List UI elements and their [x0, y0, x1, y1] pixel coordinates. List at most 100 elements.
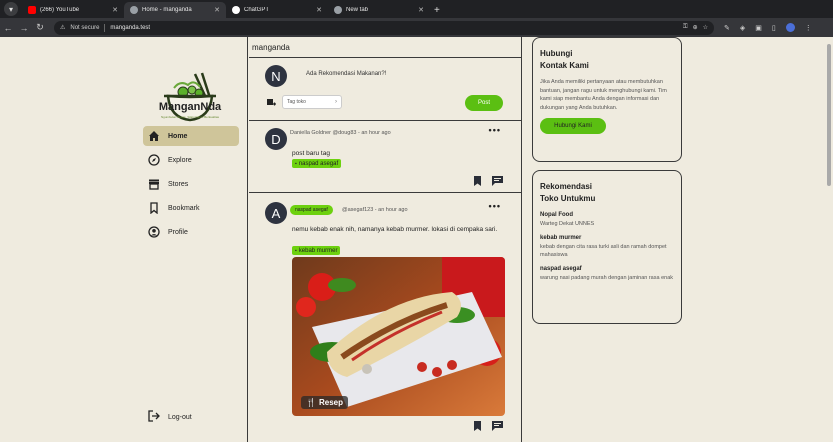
sidebar-item-home[interactable]: Home: [143, 126, 239, 146]
url-text: manganda.test: [110, 24, 151, 31]
store-name: naspad asegaf: [540, 266, 582, 272]
browser-tab[interactable]: (266) YouTube ✕: [22, 2, 124, 18]
store-item[interactable]: Nopal Food Warteg Dekat UNNES: [540, 212, 673, 228]
kebab-wrap-photo: [292, 257, 505, 416]
store-item[interactable]: naspad asegaf warung nasi padang murah d…: [540, 266, 673, 282]
sidebar-item-stores[interactable]: Stores: [143, 174, 239, 194]
address-bar[interactable]: ⚠ Not secure manganda.test ⚿ ⊕ ☆: [54, 20, 714, 35]
post-button[interactable]: Post: [465, 95, 503, 111]
contact-title-line2: Kontak Kami: [540, 61, 589, 70]
security-label: Not secure: [70, 24, 100, 31]
sidebar-item-label: Bookmark: [168, 204, 200, 212]
star-icon[interactable]: ☆: [703, 24, 708, 31]
sidebar-item-label: Stores: [168, 180, 189, 188]
chevron-right-icon: ›: [335, 99, 337, 105]
store-tag-chip[interactable]: ▪ kebab murmer: [292, 246, 341, 255]
contact-title-line1: Hubungi: [540, 49, 573, 58]
sidebar-item-explore[interactable]: Explore: [143, 150, 239, 170]
store-name: Nopal Food: [540, 212, 573, 218]
close-icon[interactable]: ✕: [214, 6, 220, 14]
new-tab-button[interactable]: +: [434, 5, 440, 16]
logout-label: Log-out: [168, 413, 192, 421]
sidepanel-icon[interactable]: ▯: [772, 24, 776, 32]
store-desc: warung nasi padang murah dengan jaminan …: [540, 275, 674, 281]
brand-name: ManganNda: [158, 101, 222, 113]
globe-icon: [334, 6, 342, 14]
add-tag-icon[interactable]: [267, 99, 276, 107]
store-icon: ▪: [295, 247, 297, 254]
avatar: D: [265, 128, 287, 150]
profile-icon: [148, 226, 160, 238]
tag-placeholder: Tag toko: [287, 99, 306, 105]
home-icon: [148, 130, 160, 142]
recommend-title-line1: Rekomendasi: [540, 182, 593, 191]
sidebar-item-bookmark[interactable]: Bookmark: [143, 198, 239, 218]
bookmark-icon[interactable]: [473, 421, 482, 431]
post-image[interactable]: 🍴 Resep: [292, 257, 505, 416]
fork-knife-icon: 🍴: [306, 398, 316, 407]
composer-input[interactable]: Ada Rekomendasi Makanan?!: [306, 71, 386, 77]
comment-icon[interactable]: [492, 421, 503, 431]
profile-avatar[interactable]: [785, 23, 795, 32]
globe-icon: [130, 6, 138, 14]
sidebar-item-label: Profile: [168, 228, 188, 236]
store-pill[interactable]: naspad asegaf: [290, 205, 333, 215]
zoom-icon[interactable]: ⊕: [693, 24, 698, 31]
main-feed: manganda N Ada Rekomendasi Makanan?! Tag…: [249, 37, 522, 442]
logout-icon: [148, 410, 160, 424]
logout-button[interactable]: Log-out: [148, 410, 192, 424]
divider: [104, 23, 106, 32]
close-icon[interactable]: ✕: [112, 6, 118, 14]
close-icon[interactable]: ✕: [316, 6, 322, 14]
browser-tab[interactable]: New tab ✕: [328, 2, 430, 18]
recommend-title-line2: Toko Untukmu: [540, 194, 596, 203]
back-icon[interactable]: ←: [0, 23, 16, 33]
extension-icon[interactable]: ◈: [740, 24, 745, 32]
store-icon: [148, 178, 160, 190]
page-title: manganda: [249, 37, 521, 58]
browser-tab-active[interactable]: Home - manganda ✕: [124, 2, 226, 18]
sidebar-menu: Home Explore Stores Bookmark Profile: [143, 126, 239, 246]
recommend-title: Rekomendasi Toko Untukmu: [540, 181, 681, 205]
contact-card: Hubungi Kontak Kami Jika Anda memiliki p…: [532, 37, 682, 162]
sidebar-item-label: Explore: [168, 156, 192, 164]
tab-title: Home - manganda: [142, 7, 192, 13]
puzzle-icon[interactable]: ▣: [755, 24, 762, 32]
eyedropper-icon[interactable]: ✎: [724, 24, 730, 32]
left-sidebar: ManganNda Ngumbulan Bebas, Silaturrahmi …: [0, 37, 248, 442]
post-meta: Daniella Goldner @doug83 - an hour ago: [290, 130, 391, 136]
post-actions: [473, 421, 503, 431]
tab-title: (266) YouTube: [40, 7, 80, 13]
more-options-icon[interactable]: •••: [489, 201, 501, 211]
store-desc: Warteg Dekat UNNES: [540, 221, 595, 227]
bookmark-icon: [148, 202, 160, 214]
feed-post: A naspad asegaf @asegaf123 - an hour ago…: [249, 193, 521, 442]
browser-tab[interactable]: ChatGPT ✕: [226, 2, 328, 18]
post-composer: N Ada Rekomendasi Makanan?! Tag toko › P…: [249, 58, 521, 121]
store-name: kebab murmer: [540, 235, 582, 241]
sidebar-item-profile[interactable]: Profile: [143, 222, 239, 242]
avatar: A: [265, 202, 287, 224]
store-item[interactable]: kebab murmer kebab dengan cita rasa turk…: [540, 235, 673, 259]
scrollbar-thumb[interactable]: [827, 44, 831, 186]
tag-store-select[interactable]: Tag toko ›: [282, 95, 342, 109]
bookmark-icon[interactable]: [473, 176, 482, 186]
key-icon[interactable]: ⚿: [683, 24, 688, 31]
browser-tabstrip: ▾ (266) YouTube ✕ Home - manganda ✕ Chat…: [0, 0, 833, 18]
reload-icon[interactable]: ↻: [32, 22, 48, 33]
more-options-icon[interactable]: •••: [489, 125, 501, 135]
forward-icon[interactable]: →: [16, 23, 32, 33]
warning-icon[interactable]: ⚠: [60, 24, 65, 31]
tab-search-icon[interactable]: ▾: [4, 2, 18, 16]
close-icon[interactable]: ✕: [418, 6, 424, 14]
comment-icon[interactable]: [492, 176, 503, 186]
avatar: N: [265, 65, 287, 87]
sidebar-item-label: Home: [168, 132, 188, 140]
post-actions: [473, 176, 503, 186]
browser-toolbar: ← → ↻ ⚠ Not secure manganda.test ⚿ ⊕ ☆ ✎…: [0, 18, 833, 37]
contact-button[interactable]: Hubungi Kami: [540, 118, 606, 134]
post-meta: @asegaf123 - an hour ago: [342, 207, 408, 213]
recipe-badge[interactable]: 🍴 Resep: [301, 396, 348, 409]
store-tag-chip[interactable]: ▪ naspad asegaf: [292, 159, 342, 168]
kebab-menu-icon[interactable]: ⋮: [805, 24, 812, 32]
